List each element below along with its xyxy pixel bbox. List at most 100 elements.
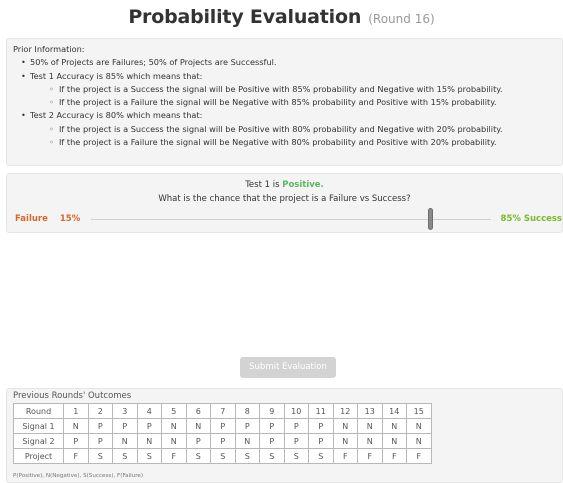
table-cell: N [381, 433, 407, 449]
table-cell: 11 [308, 403, 334, 419]
table-cell: N [161, 418, 187, 434]
table-cell: F [357, 448, 383, 464]
failure-percentage: 15% [59, 214, 81, 224]
prior-item: Test 1 Accuracy is 85% which means that:… [21, 70, 562, 110]
page-title: Probability Evaluation (Round 16) [0, 6, 563, 28]
table-cell: P [308, 433, 334, 449]
table-cell: 2 [87, 403, 113, 419]
test-result-line: Test 1 is Positive. [7, 180, 562, 190]
table-cell: N [63, 418, 89, 434]
table-row: Signal 1NPPPNNPPPPPNNNN [13, 418, 432, 434]
prior-item-text: 50% of Projects are Failures; 50% of Pro… [30, 57, 277, 68]
prior-subitem: If the project is a Success the signal w… [49, 83, 562, 97]
prior-item: 50% of Projects are Failures; 50% of Pro… [21, 56, 562, 70]
row-label: Project [13, 448, 64, 464]
table-cell: S [185, 448, 211, 464]
table-cell: P [259, 433, 285, 449]
row-label: Round [13, 403, 64, 419]
table-cell: N [406, 418, 432, 434]
prior-subitem: If the project is a Failure the signal w… [49, 96, 562, 110]
table-cell: 4 [136, 403, 162, 419]
evaluation-question: What is the chance that the project is a… [158, 194, 411, 204]
table-cell: P [112, 418, 138, 434]
submit-evaluation-button[interactable]: Submit Evaluation [240, 357, 336, 378]
table-cell: F [332, 448, 358, 464]
table-cell: P [87, 433, 113, 449]
table-cell: 8 [234, 403, 260, 419]
table-row: Signal 2PPNNNPPNPPPNNNN [13, 433, 432, 449]
table-cell: 6 [185, 403, 211, 419]
table-cell: P [283, 418, 309, 434]
table-cell: S [259, 448, 285, 464]
table-cell: 9 [259, 403, 285, 419]
table-cell: P [234, 418, 260, 434]
prior-sublist: If the project is a Success the signal w… [49, 123, 562, 150]
table-cell: F [63, 448, 89, 464]
table-cell: 12 [332, 403, 358, 419]
table-cell: S [87, 448, 113, 464]
page-title-text: Probability Evaluation [128, 6, 362, 28]
table-cell: N [406, 433, 432, 449]
table-cell: N [161, 433, 187, 449]
table-cell: N [332, 418, 358, 434]
table-cell: N [332, 433, 358, 449]
table-cell: 15 [406, 403, 432, 419]
round-label: (Round 16) [368, 12, 435, 26]
table-cell: N [185, 418, 211, 434]
outcomes-legend: P(Positive), N(Negative), S(Success), F(… [13, 473, 144, 479]
table-cell: S [308, 448, 334, 464]
table-cell: S [210, 448, 236, 464]
row-label: Signal 1 [13, 418, 64, 434]
probability-slider-thumb[interactable] [428, 208, 433, 230]
previous-rounds-panel: Previous Rounds' Outcomes Round 1 2 3 4 5 6 7 8 9… [6, 388, 563, 483]
table-cell: N [357, 433, 383, 449]
table-cell: 1 [63, 403, 89, 419]
table-cell: N [136, 433, 162, 449]
table-cell: P [185, 433, 211, 449]
table-cell: P [210, 418, 236, 434]
prior-item-text: Test 1 Accuracy is 85% which means that: [30, 70, 203, 81]
table-cell: P [283, 433, 309, 449]
table-cell: P [63, 433, 89, 449]
table-cell: P [210, 433, 236, 449]
failure-label: Failure 15% [15, 214, 80, 224]
previous-rounds-title: Previous Rounds' Outcomes [13, 391, 132, 401]
table-cell: S [136, 448, 162, 464]
table-cell: 14 [381, 403, 407, 419]
table-cell: S [234, 448, 260, 464]
table-cell: P [308, 418, 334, 434]
table-cell: P [259, 418, 285, 434]
table-cell: 3 [112, 403, 138, 419]
test-label: Test 1 is [245, 180, 280, 190]
table-cell: F [381, 448, 407, 464]
prior-list: 50% of Projects are Failures; 50% of Pro… [21, 56, 562, 149]
table-cell: P [87, 418, 113, 434]
table-row: Project F S S S F S S S S S S F F F F [13, 448, 432, 464]
table-cell: 5 [161, 403, 187, 419]
table-cell: 10 [283, 403, 309, 419]
row-label: Signal 2 [13, 433, 64, 449]
success-label: 85% Success [500, 214, 562, 224]
failure-label-text: Failure [15, 214, 48, 224]
prior-subitem: If the project is a Failure the signal w… [49, 136, 562, 150]
table-cell: F [406, 448, 432, 464]
prior-item: Test 2 Accuracy is 80% which means that:… [21, 109, 562, 149]
outcomes-table: Round 1 2 3 4 5 6 7 8 9 10 11 12 13 14 15 Signal 1NPPPNN… [13, 403, 432, 464]
table-cell: S [112, 448, 138, 464]
table-cell: N [381, 418, 407, 434]
prior-heading: Prior Information: [13, 44, 85, 54]
prior-information-panel: Prior Information: 50% of Projects are F… [6, 38, 563, 166]
table-cell: S [283, 448, 309, 464]
prior-subitem: If the project is a Success the signal w… [49, 123, 562, 137]
table-cell: N [112, 433, 138, 449]
table-row: Round 1 2 3 4 5 6 7 8 9 10 11 12 13 14 15 [13, 403, 432, 419]
table-cell: 7 [210, 403, 236, 419]
table-cell: 13 [357, 403, 383, 419]
evaluation-panel: Test 1 is Positive. What is the chance t… [6, 173, 563, 233]
table-cell: N [357, 418, 383, 434]
prior-item-text: Test 2 Accuracy is 80% which means that: [30, 110, 203, 121]
test-result: Positive. [282, 180, 324, 190]
table-cell: N [234, 433, 260, 449]
table-cell: F [161, 448, 187, 464]
prior-sublist: If the project is a Success the signal w… [49, 83, 562, 110]
